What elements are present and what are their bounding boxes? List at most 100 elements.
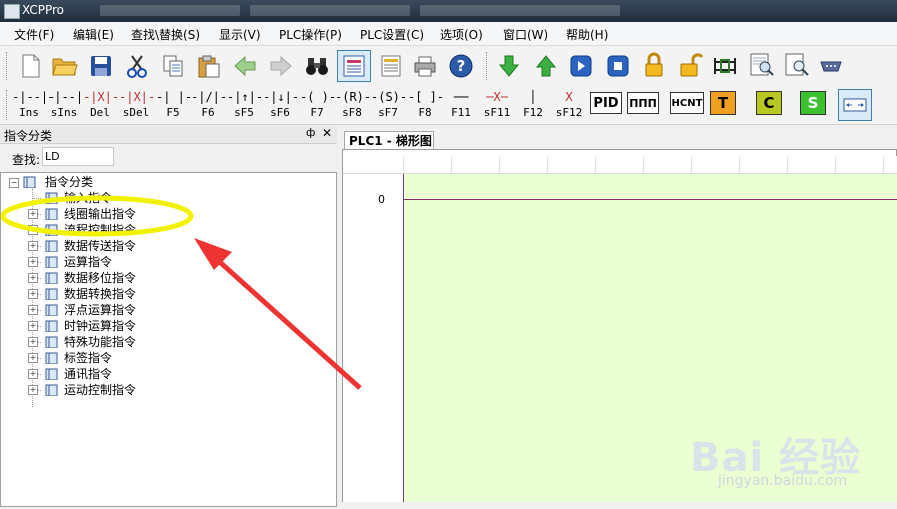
upload-icon[interactable] [531, 51, 561, 81]
expand-icon[interactable]: + [28, 305, 38, 315]
tree-item[interactable]: 通讯指令 [64, 366, 112, 382]
pin-icon[interactable]: ф [306, 126, 315, 139]
menu-plc-settings[interactable]: PLC设置(C) [360, 26, 424, 43]
save-icon[interactable] [86, 51, 116, 81]
close-icon[interactable]: ✕ [322, 126, 332, 140]
f12-vertical-line-button[interactable]: │ F12 [516, 88, 550, 122]
watermark-url: jingyan.baidu.com [718, 473, 848, 489]
menu-edit[interactable]: 编辑(E) [73, 26, 114, 43]
book-icon [45, 384, 58, 396]
block-select-icon[interactable] [838, 89, 872, 121]
insert-button[interactable]: -|--|- Ins [12, 88, 55, 122]
menu-plc-operation[interactable]: PLC操作(P) [279, 26, 342, 43]
delete-button[interactable]: -|X|- Del [83, 88, 119, 122]
tab-ladder-diagram[interactable]: PLC1 - 梯形图 [344, 131, 434, 149]
expand-icon[interactable]: + [28, 369, 38, 379]
f7-label: F7 [310, 106, 324, 119]
expand-icon[interactable]: + [28, 337, 38, 347]
open-folder-icon[interactable] [50, 51, 80, 81]
counter-button[interactable]: C [756, 91, 782, 115]
stop-icon[interactable] [603, 51, 633, 81]
tree-item[interactable]: 运动控制指令 [64, 382, 136, 398]
ruler-tick [547, 156, 548, 173]
sf5-rising-edge-button[interactable]: -|↑|- sF5 [227, 88, 263, 122]
sf8-reset-coil-button[interactable]: -(R)- sF8 [335, 88, 371, 122]
tree-item[interactable]: 数据传送指令 [64, 238, 136, 254]
f11-horizontal-line-button[interactable]: ── F11 [444, 88, 478, 122]
shift-delete-symbol: -|X|- [119, 90, 156, 104]
tree-item[interactable]: 线圈输出指令 [64, 206, 136, 222]
expand-icon[interactable]: + [28, 209, 38, 219]
toolbar-grip[interactable] [6, 90, 10, 120]
menu-find-replace[interactable]: 查找\替换(S) [131, 26, 200, 43]
tree-item[interactable]: 运算指令 [64, 254, 112, 270]
sf6-falling-edge-button[interactable]: -|↓|- sF6 [263, 88, 299, 122]
menu-file[interactable]: 文件(F) [14, 26, 54, 43]
f6-closed-contact-button[interactable]: -|/|- F6 [191, 88, 227, 122]
ladder-view-icon[interactable] [337, 50, 371, 82]
tree-item[interactable]: 浮点运算指令 [64, 302, 136, 318]
pid-button[interactable]: PID [590, 92, 622, 114]
hcnt-button[interactable]: HCNT [670, 92, 704, 114]
tree-item[interactable]: 特殊功能指令 [64, 334, 136, 350]
timer-button[interactable]: T [710, 91, 736, 115]
cut-icon[interactable] [122, 51, 152, 81]
sf11-delete-horizontal-button[interactable]: ─X─ sF11 [480, 88, 514, 122]
tree-item[interactable]: 数据转换指令 [64, 286, 136, 302]
f7-coil-button[interactable]: -( )- F7 [300, 88, 336, 122]
lock-icon[interactable] [639, 50, 669, 80]
serial-port-icon[interactable] [816, 51, 846, 81]
svg-text:?: ? [457, 57, 466, 75]
undo-arrow-icon[interactable] [230, 51, 260, 81]
window-title: XCPPro [22, 3, 64, 17]
toolbar-grip[interactable] [6, 52, 10, 80]
unlock-icon[interactable] [676, 50, 706, 80]
sf7-set-coil-button[interactable]: -(S)- sF7 [371, 88, 407, 122]
expand-icon[interactable]: + [28, 257, 38, 267]
f5-open-contact-button[interactable]: -| |- F5 [156, 88, 192, 122]
tree-item[interactable]: 标签指令 [64, 350, 112, 366]
expand-icon[interactable]: + [28, 385, 38, 395]
book-icon [23, 176, 36, 188]
expand-icon[interactable]: + [28, 225, 38, 235]
toolbar-grip[interactable] [486, 52, 490, 80]
expand-icon[interactable]: + [28, 241, 38, 251]
tree-item[interactable]: 数据移位指令 [64, 270, 136, 286]
collapse-icon[interactable]: − [9, 178, 19, 188]
copy-icon[interactable] [158, 51, 188, 81]
expand-icon[interactable]: + [28, 353, 38, 363]
print-preview-icon[interactable] [747, 50, 777, 80]
binoculars-icon[interactable] [302, 51, 332, 81]
paste-icon[interactable] [194, 51, 224, 81]
monitor-ladder-icon[interactable] [710, 51, 740, 81]
tree-item[interactable]: 流程控制指令 [64, 222, 136, 238]
step-button[interactable]: S [800, 91, 826, 115]
menu-window[interactable]: 窗口(W) [503, 26, 548, 43]
ruler-tick [835, 156, 836, 173]
search-input[interactable] [42, 147, 114, 166]
download-icon[interactable] [494, 51, 524, 81]
zoom-page-icon[interactable] [782, 50, 812, 80]
redo-arrow-icon[interactable] [266, 51, 296, 81]
pulse-button[interactable]: ΠΠΠ [627, 92, 659, 114]
f8-instruction-button[interactable]: -[ ]- F8 [408, 88, 444, 122]
menu-help[interactable]: 帮助(H) [566, 26, 608, 43]
shift-delete-button[interactable]: -|X|- sDel [119, 88, 156, 122]
expand-icon[interactable]: + [28, 289, 38, 299]
tree-item[interactable]: 输入指令 [64, 190, 112, 206]
book-icon [45, 240, 58, 252]
tree-root-label[interactable]: 指令分类 [45, 174, 93, 190]
run-icon[interactable] [566, 51, 596, 81]
menu-view[interactable]: 显示(V) [219, 26, 261, 43]
baidu-watermark: Bai 经验 jingyan.baidu.com [690, 425, 861, 489]
expand-icon[interactable]: + [28, 273, 38, 283]
help-icon[interactable]: ? [446, 51, 476, 81]
shift-insert-button[interactable]: -|--|- sIns [47, 88, 90, 122]
instruction-list-icon[interactable] [376, 51, 406, 81]
print-icon[interactable] [410, 51, 440, 81]
sf12-delete-vertical-button[interactable]: XsF12 [552, 88, 586, 122]
expand-icon[interactable]: + [28, 321, 38, 331]
tree-item[interactable]: 时钟运算指令 [64, 318, 136, 334]
menu-options[interactable]: 选项(O) [440, 26, 483, 43]
new-file-icon[interactable] [16, 51, 46, 81]
